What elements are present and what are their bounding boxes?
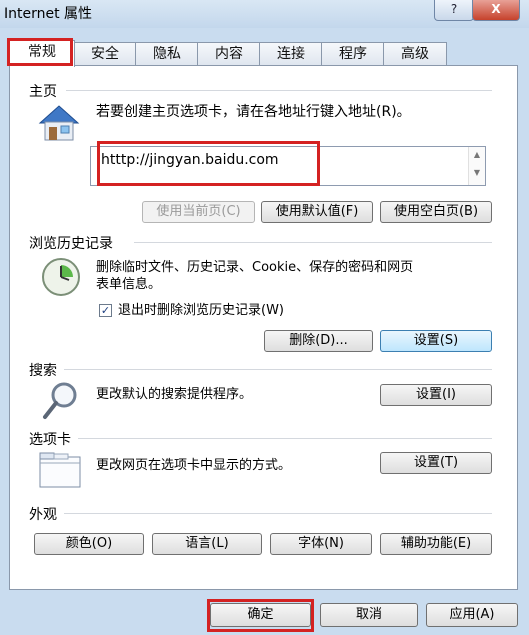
appearance-heading: 外观 [29,507,57,523]
use-blank-button[interactable]: 使用空白页(B) [380,201,492,223]
search-separator [64,369,492,370]
tabbed-window-icon [39,452,81,488]
tab-programs[interactable]: 程序 [321,42,385,65]
browsing-history-heading: 浏览历史记录 [29,236,113,252]
house-icon [38,105,80,141]
tabs-description: 更改网页在选项卡中显示的方式。 [96,458,292,473]
tab-advanced[interactable]: 高级 [383,42,447,65]
fonts-button[interactable]: 字体(N) [270,533,372,555]
appearance-separator [64,513,492,514]
tab-general[interactable]: 常规 [9,40,75,67]
use-default-button[interactable]: 使用默认值(F) [261,201,373,223]
colors-button[interactable]: 颜色(O) [34,533,144,555]
search-settings-button[interactable]: 设置(I) [380,384,492,406]
title-bar[interactable]: Internet 属性 ? X [0,0,529,28]
tab-privacy[interactable]: 隐私 [135,42,199,65]
general-tab-panel [9,65,518,590]
accessibility-button[interactable]: 辅助功能(E) [380,533,492,555]
scroll-up-icon[interactable]: ▲ [469,150,485,159]
delete-history-button[interactable]: 删除(D)... [264,330,373,352]
tabs-separator [78,438,492,439]
home-separator [66,90,492,91]
search-heading: 搜索 [29,363,57,379]
scroll-down-icon[interactable]: ▼ [469,168,485,177]
apply-button[interactable]: 应用(A) [426,603,518,627]
use-current-button[interactable]: 使用当前页(C) [142,201,255,223]
home-page-url-text: htttp://jingyan.baidu.com [101,152,279,168]
window-title: Internet 属性 [4,6,93,22]
cancel-button[interactable]: 取消 [320,603,418,627]
history-description-line1: 删除临时文件、历史记录、Cookie、保存的密码和网页 [96,260,414,275]
home-page-url-field[interactable]: htttp://jingyan.baidu.com ▲ ▼ [90,146,486,186]
history-separator [134,242,492,243]
search-description: 更改默认的搜索提供程序。 [96,387,253,402]
ok-button[interactable]: 确定 [210,603,311,627]
tab-content[interactable]: 内容 [197,42,261,65]
delete-history-on-exit-checkbox[interactable]: ✓ [99,304,112,317]
history-description-line2: 表单信息。 [96,277,162,292]
url-field-scrollbar[interactable]: ▲ ▼ [468,147,485,185]
home-page-heading: 主页 [29,84,57,100]
delete-history-on-exit-label[interactable]: 退出时删除浏览历史记录(W) [118,302,284,319]
help-button[interactable]: ? [434,0,474,21]
languages-button[interactable]: 语言(L) [152,533,262,555]
history-settings-button[interactable]: 设置(S) [380,330,492,352]
home-page-description: 若要创建主页选项卡，请在各地址行键入地址(R)。 [96,104,411,120]
tabs-settings-button[interactable]: 设置(T) [380,452,492,474]
close-button[interactable]: X [472,0,520,21]
clock-history-icon [42,258,80,296]
internet-options-window: Internet 属性 ? X 常规 安全 隐私 内容 连接 程序 高级 主页 … [0,0,529,635]
tab-security[interactable]: 安全 [73,42,137,65]
magnifier-icon [43,382,77,419]
tabs-heading: 选项卡 [29,432,71,448]
tab-connections[interactable]: 连接 [259,42,323,65]
